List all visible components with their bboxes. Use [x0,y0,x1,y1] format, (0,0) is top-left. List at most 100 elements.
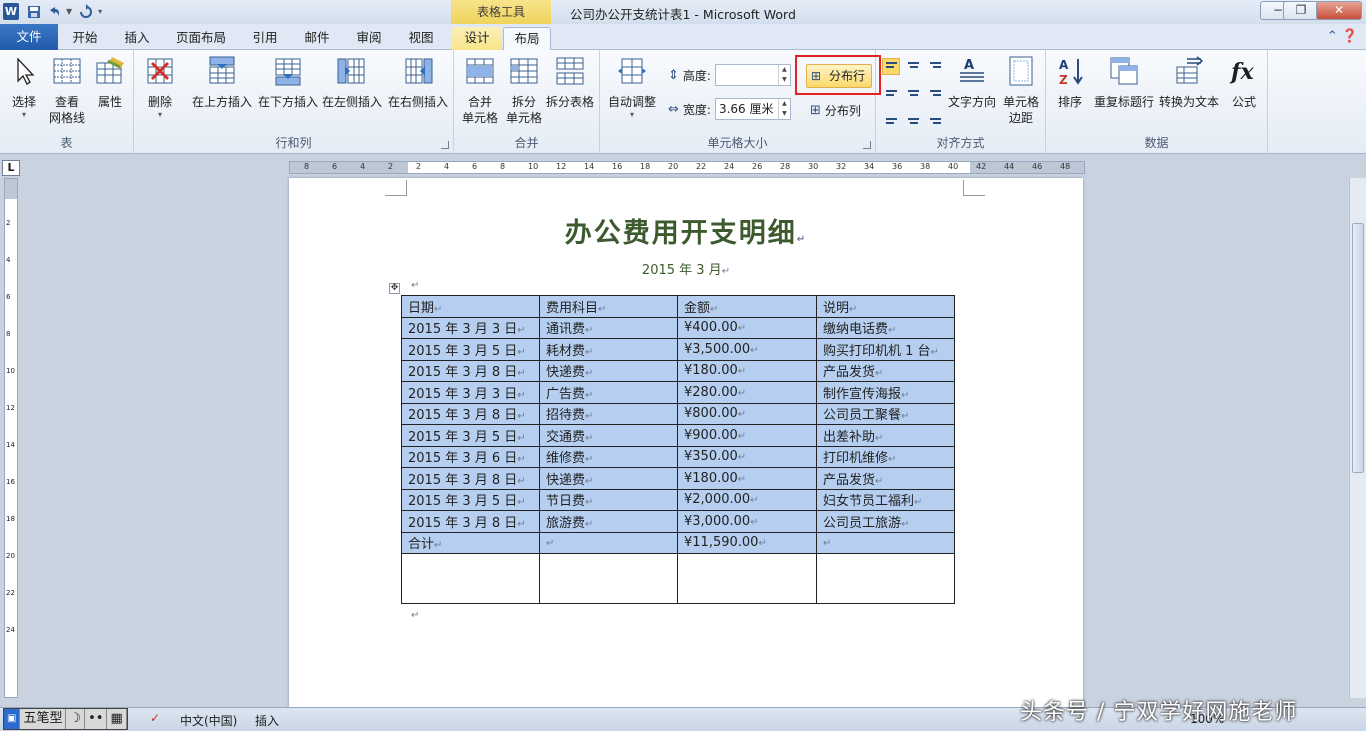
ime-keyboard-icon[interactable]: ▦ [107,709,127,729]
table-cell[interactable]: 出差补助↵ [816,424,955,447]
table-cell[interactable]: 产品发货↵ [816,359,955,382]
table-empty-row[interactable] [401,553,955,604]
tab-table-design[interactable]: 设计 [452,27,502,50]
tab-view[interactable]: 视图 [398,27,444,50]
table-cell[interactable] [539,553,678,604]
table-cell[interactable]: 日期↵ [401,295,540,318]
tab-review[interactable]: 审阅 [346,27,392,50]
table-cell[interactable]: ¥400.00↵ [677,316,817,339]
table-cell[interactable]: 耗材费↵ [539,338,678,361]
convert-to-text-button[interactable]: 转换为文本 [1156,55,1222,110]
ime-punctuation-icon[interactable]: •• [85,709,108,729]
table-cell[interactable]: 金额↵ [677,295,817,318]
ime-halfwidth-icon[interactable]: ☽ [66,709,86,729]
align-top-center-icon[interactable] [904,58,922,75]
table-cell[interactable]: 2015 年 3 月 5 日↵ [401,424,540,447]
formula-button[interactable]: fx 公式 [1224,55,1264,110]
table-cell[interactable]: 2015 年 3 月 5 日↵ [401,488,540,511]
align-middle-center-icon[interactable] [904,84,922,101]
tab-insert[interactable]: 插入 [114,27,160,50]
table-cell[interactable]: 2015 年 3 月 6 日↵ [401,445,540,468]
cell-margins-button[interactable]: 单元格 边距 [998,55,1044,126]
table-cell[interactable]: ¥180.00↵ [677,467,817,490]
repeat-header-rows-button[interactable]: 重复标题行 [1092,55,1156,110]
tab-references[interactable]: 引用 [242,27,288,50]
align-middle-right-icon[interactable] [926,84,944,101]
tab-table-layout[interactable]: 布局 [503,27,551,51]
ime-logo-icon[interactable]: ▣ [4,709,21,729]
table-cell[interactable]: 2015 年 3 月 8 日↵ [401,510,540,533]
table-cell[interactable] [677,553,817,604]
table-cell[interactable]: 旅游费↵ [539,510,678,533]
distribute-columns-button[interactable]: ⊞ 分布列 [810,102,861,119]
document-heading[interactable]: 办公费用开支明细↵ [289,211,1083,250]
split-cells-button[interactable]: 拆分 单元格 [502,55,546,126]
split-table-button[interactable]: 拆分表格 [544,55,596,110]
table-row[interactable]: 2015 年 3 月 5 日↵ 节日费↵ ¥2,000.00↵ 妇女节员工福利↵ [401,488,955,511]
table-cell[interactable]: 招待费↵ [539,402,678,425]
table-cell[interactable]: ¥3,500.00↵ [677,338,817,361]
table-cell[interactable]: ¥350.00↵ [677,445,817,468]
table-cell[interactable]: 说明↵ [816,295,955,318]
table-cell[interactable]: 广告费↵ [539,381,678,404]
restore-button[interactable]: ❐ [1283,1,1319,20]
table-cell[interactable]: ¥800.00↵ [677,402,817,425]
table-cell[interactable]: 制作宣传海报↵ [816,381,955,404]
ime-mode[interactable]: 五笔型 [20,709,67,729]
table-move-handle-icon[interactable]: ✥ [389,283,400,294]
align-top-right-icon[interactable] [926,58,944,75]
horizontal-ruler[interactable]: 8 6 4 2 2 4 6 8 10 12 14 16 18 20 22 24 26 28 30 32 34 36 38 40… [289,161,1085,174]
table-cell[interactable]: ¥900.00↵ [677,424,817,447]
language-indicator[interactable]: 中文(中国) [180,712,237,729]
table-cell[interactable] [401,553,540,604]
table-cell[interactable]: 费用科目↵ [539,295,678,318]
table-cell[interactable]: ¥3,000.00↵ [677,510,817,533]
insert-mode-indicator[interactable]: 插入 [255,712,279,729]
table-row[interactable]: 2015 年 3 月 8 日↵ 旅游费↵ ¥3,000.00↵ 公司员工旅游↵ [401,510,955,533]
table-cell[interactable]: ¥2,000.00↵ [677,488,817,511]
table-cell[interactable]: 2015 年 3 月 8 日↵ [401,467,540,490]
word-logo-icon[interactable]: W [3,3,19,20]
table-cell[interactable]: 打印机维修↵ [816,445,955,468]
align-top-left-icon[interactable] [882,58,900,75]
document-date[interactable]: 2015 年 3 月↵ [289,259,1083,278]
close-button[interactable]: ✕ [1316,1,1362,20]
table-row[interactable]: 2015 年 3 月 8 日↵ 快递费↵ ¥180.00↵ 产品发货↵ [401,359,955,382]
table-cell[interactable]: 快递费↵ [539,359,678,382]
table-cell[interactable]: ↵ [539,531,678,554]
redo-icon[interactable] [78,4,94,20]
align-bottom-left-icon[interactable] [882,110,900,127]
row-height-input[interactable]: ▲ ▼ [714,64,791,86]
table-row[interactable]: 2015 年 3 月 8 日↵ 招待费↵ ¥800.00↵ 公司员工聚餐↵ [401,402,955,425]
table-cell[interactable]: 购买打印机机 1 台↵ [816,338,955,361]
insert-above-button[interactable]: 在上方插入 [190,55,254,110]
table-cell[interactable]: 2015 年 3 月 3 日↵ [401,316,540,339]
table-cell[interactable]: 2015 年 3 月 5 日↵ [401,338,540,361]
dialog-launcher-icon[interactable] [863,141,871,149]
dialog-launcher-icon[interactable] [441,141,449,149]
table-cell[interactable]: 快递费↵ [539,467,678,490]
select-button[interactable]: 选择 ▾ [6,55,42,120]
document-page[interactable]: 办公费用开支明细↵ 2015 年 3 月↵ ✥ ↵ 日期↵ 费用科目↵ 金额↵ 说明↵… [289,178,1083,708]
view-gridlines-button[interactable]: 查看 网格线 [44,55,90,126]
table-cell[interactable]: ¥280.00↵ [677,381,817,404]
table-cell[interactable]: ¥11,590.00↵ [677,531,817,554]
table-cell[interactable]: 交通费↵ [539,424,678,447]
vertical-scrollbar[interactable] [1349,178,1366,698]
table-row[interactable]: 2015 年 3 月 5 日↵ 交通费↵ ¥900.00↵ 出差补助↵ [401,424,955,447]
table-cell[interactable]: 产品发货↵ [816,467,955,490]
text-direction-button[interactable]: A 文字方向 [946,55,998,110]
table-cell[interactable]: 缴纳电话费↵ [816,316,955,339]
insert-below-button[interactable]: 在下方插入 [256,55,320,110]
tab-selector[interactable]: L [2,160,20,176]
table-total-row[interactable]: 合计↵ ↵ ¥11,590.00↵ ↵ [401,531,955,554]
table-row[interactable]: 2015 年 3 月 8 日↵ 快递费↵ ¥180.00↵ 产品发货↵ [401,467,955,490]
sort-button[interactable]: AZ 排序 [1050,55,1090,110]
vertical-ruler[interactable]: 2 4 6 8 10 12 14 16 18 20 22 24 [4,178,18,698]
table-cell[interactable]: 通讯费↵ [539,316,678,339]
table-cell[interactable]: 2015 年 3 月 3 日↵ [401,381,540,404]
table-cell[interactable] [816,553,955,604]
spinner-icon[interactable]: ▲ ▼ [777,99,790,119]
table-row[interactable]: 2015 年 3 月 5 日↵ 耗材费↵ ¥3,500.00↵ 购买打印机机 1 台↵ [401,338,955,361]
table-cell[interactable]: 2015 年 3 月 8 日↵ [401,402,540,425]
